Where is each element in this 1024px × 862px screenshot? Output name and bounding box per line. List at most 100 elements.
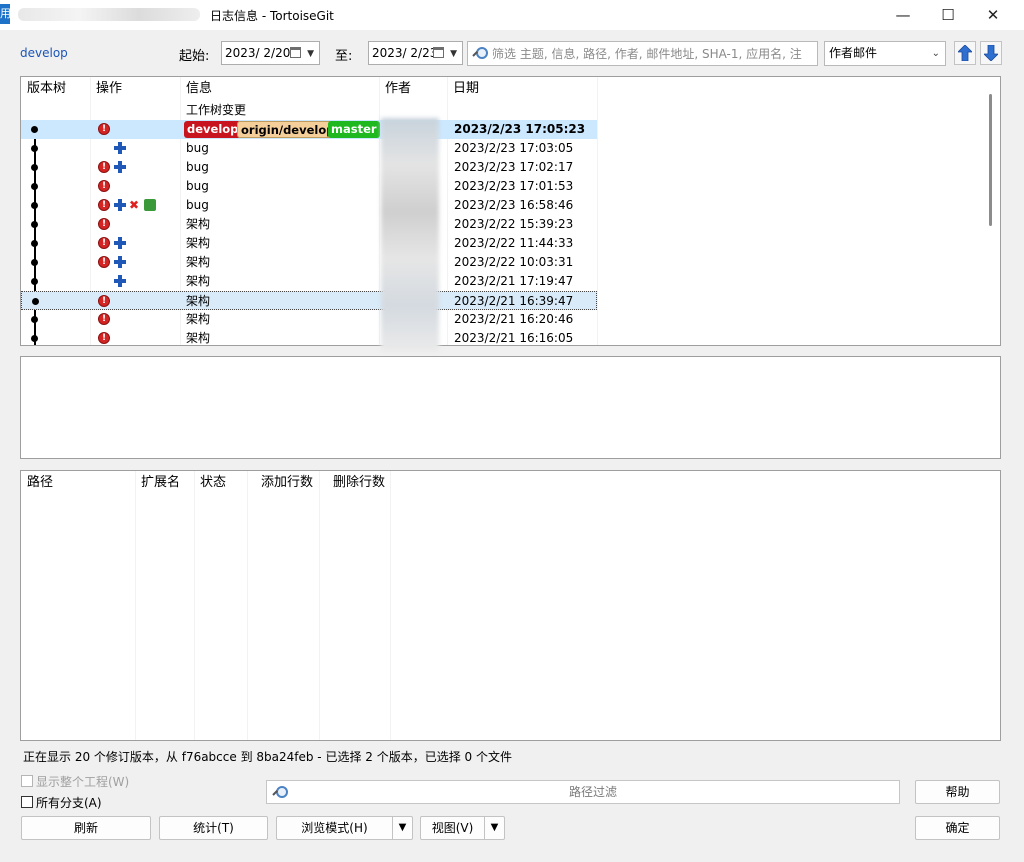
graph-node [31,278,38,285]
filter-field-value: 作者邮件 [829,46,878,60]
graph-node [31,316,38,323]
date-cell: 2023/2/23 17:05:23 [454,122,586,136]
branch-link[interactable]: develop [20,46,68,60]
filter-field-select[interactable]: 作者邮件 ⌄ [824,41,946,66]
message-cell: 架构 [186,255,211,269]
table-row[interactable]: ! bug 2023/2/23 17:01:53 [21,177,597,196]
column-header-extension[interactable]: 扩展名 [135,471,180,495]
column-header-status[interactable]: 状态 [194,471,226,495]
path-filter-box[interactable] [266,780,900,804]
log-list[interactable]: 版本树 操作 信息 作者 日期 工作树变更 ! develop origin/d… [20,76,1001,346]
table-row-working-tree[interactable]: 工作树变更 [21,101,597,120]
from-date-picker[interactable]: 2023/ 2/20 ▼ [221,41,320,65]
view-button[interactable]: 视图(V) ▼ [420,816,505,840]
date-cell: 2023/2/23 17:03:05 [454,141,574,155]
arrow-up-icon [958,45,972,61]
message-cell: bug [186,160,209,174]
commit-message-panel[interactable] [20,356,1001,459]
tag-develop[interactable]: develop [184,121,242,138]
table-row[interactable]: ! 架构 2023/2/22 15:39:23 [21,215,597,234]
changed-files-list[interactable]: 路径 扩展名 状态 添加行数 删除行数 [20,470,1001,741]
all-branches-checkbox[interactable] [21,796,33,808]
graph-node [31,221,38,228]
chevron-down-icon: ⌄ [931,48,940,59]
date-cell: 2023/2/21 16:39:47 [454,294,574,308]
column-header-graph[interactable]: 版本树 [21,77,66,101]
table-row[interactable]: bug 2023/2/23 17:03:05 [21,139,597,158]
graph-node [31,335,38,342]
dropdown-arrow-icon[interactable]: ▼ [392,817,412,839]
graph-node [31,259,38,266]
column-header-lines-added[interactable]: 添加行数 [255,471,313,495]
table-row[interactable]: ! 架构 2023/2/21 16:39:47 [21,291,597,310]
next-button[interactable] [980,41,1002,65]
browse-mode-label: 浏览模式(H) [301,821,368,835]
graph-node [31,126,38,133]
added-icon [114,199,126,211]
previous-button[interactable] [954,41,976,65]
dropdown-arrow-icon: ▼ [307,49,314,59]
date-cell: 2023/2/21 16:16:05 [454,331,574,345]
log-list-scrollbar[interactable] [989,94,992,226]
column-header-message[interactable]: 信息 [180,77,212,101]
tag-master[interactable]: master [328,121,380,138]
to-label: 至: [335,49,353,64]
column-header-date[interactable]: 日期 [447,77,479,101]
modified-icon: ! [98,237,110,249]
refresh-button[interactable]: 刷新 [21,816,151,840]
message-cell: 架构 [186,236,211,250]
graph-node [32,298,39,305]
date-cell: 2023/2/23 16:58:46 [454,198,574,212]
minimize-button[interactable]: — [880,0,926,30]
message-cell: 架构 [186,217,211,231]
message-cell: 架构 [186,312,211,326]
to-date-picker[interactable]: 2023/ 2/23 ▼ [368,41,463,65]
path-filter-input[interactable] [291,782,895,802]
date-cell: 2023/2/23 17:02:17 [454,160,574,174]
dropdown-arrow-icon[interactable]: ▼ [484,817,504,839]
column-header-actions[interactable]: 操作 [90,77,122,101]
table-row[interactable]: ! 架构 2023/2/22 11:44:33 [21,234,597,253]
show-whole-project-checkbox[interactable] [21,775,33,787]
graph-node [31,164,38,171]
column-header-path[interactable]: 路径 [21,471,53,495]
working-tree-label: 工作树变更 [186,103,247,117]
log-filter-input[interactable] [490,43,816,64]
deleted-icon: ✖ [128,198,140,212]
maximize-button[interactable]: ☐ [925,0,971,30]
statistics-button[interactable]: 统计(T) [159,816,268,840]
added-icon [114,275,126,287]
show-whole-project-label: 显示整个工程(W) [36,775,130,789]
date-cell: 2023/2/21 17:19:47 [454,274,574,288]
column-header-lines-removed[interactable]: 删除行数 [327,471,385,495]
app-icon: 用 [0,4,10,24]
added-icon [114,142,126,154]
table-row[interactable]: ! 架构 2023/2/21 16:16:05 [21,329,597,345]
table-row[interactable]: ! 架构 2023/2/22 10:03:31 [21,253,597,272]
table-row[interactable]: ! 架构 2023/2/21 16:20:46 [21,310,597,329]
table-row[interactable]: ! bug 2023/2/23 17:02:17 [21,158,597,177]
search-icon[interactable] [473,47,488,60]
arrow-down-icon [984,45,998,61]
table-row[interactable]: 架构 2023/2/21 17:19:47 [21,272,597,291]
column-header-author[interactable]: 作者 [379,77,411,101]
author-redacted [381,118,439,352]
table-row[interactable]: ! ✖ bug 2023/2/23 16:58:46 [21,196,597,215]
help-button[interactable]: 帮助 [915,780,1000,804]
modified-icon: ! [98,199,110,211]
table-row[interactable]: ! develop origin/develop master 2023/2/2… [21,120,597,139]
date-cell: 2023/2/21 16:20:46 [454,312,574,326]
graph-node [31,183,38,190]
search-icon [273,786,288,799]
modified-icon: ! [98,295,110,307]
modified-icon: ! [98,256,110,268]
date-cell: 2023/2/22 15:39:23 [454,217,574,231]
close-button[interactable]: ✕ [970,0,1016,30]
message-cell: bug [186,141,209,155]
tag-origin-develop[interactable]: origin/develop [237,121,339,138]
added-icon [114,256,126,268]
ok-button[interactable]: 确定 [915,816,1000,840]
log-filter-box[interactable] [467,41,818,66]
browse-mode-button[interactable]: 浏览模式(H) ▼ [276,816,413,840]
added-icon [114,237,126,249]
